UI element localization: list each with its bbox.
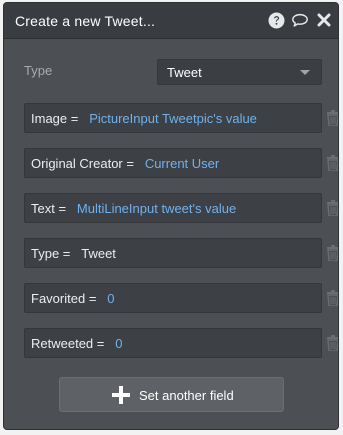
field-row-favorited: Favorited = 0 (24, 283, 339, 313)
trash-icon[interactable] (327, 155, 339, 171)
field-expression-image[interactable]: Image = PictureInput Tweetpic's value (24, 103, 322, 133)
field-key: Retweeted (31, 336, 94, 351)
type-dropdown[interactable]: Tweet (157, 59, 322, 85)
plus-icon (112, 386, 130, 404)
close-icon[interactable] (315, 11, 333, 29)
header-icons (267, 11, 333, 29)
field-key: Type (31, 246, 60, 261)
field-value: PictureInput Tweetpic's value (89, 111, 257, 126)
field-key-wrap: Image = PictureInput Tweetpic's value (31, 111, 257, 126)
create-tweet-panel: Create a new Tweet... Type Tweet Image =… (3, 2, 339, 430)
trash-icon[interactable] (327, 245, 339, 261)
field-value: 0 (107, 291, 115, 306)
type-label: Type (24, 63, 53, 78)
set-another-field-button[interactable]: Set another field (59, 377, 284, 412)
trash-icon[interactable] (327, 110, 339, 126)
trash-icon[interactable] (327, 290, 339, 306)
trash-icon[interactable] (327, 335, 339, 351)
field-row-type: Type = Tweet (24, 238, 339, 268)
field-key: Favorited (31, 291, 86, 306)
type-dropdown-value: Tweet (167, 65, 202, 80)
panel-header: Create a new Tweet... (4, 3, 338, 39)
field-key-wrap: Retweeted = 0 (31, 336, 123, 351)
set-another-field-label: Set another field (139, 388, 234, 403)
field-key-wrap: Favorited = 0 (31, 291, 115, 306)
field-row-original-creator: Original Creator = Current User (24, 148, 339, 178)
field-value: Tweet (81, 246, 116, 261)
field-key: Text (31, 201, 55, 216)
field-key: Original Creator (31, 156, 123, 171)
field-row-retweeted: Retweeted = 0 (24, 328, 339, 358)
field-value: 0 (115, 336, 123, 351)
field-row-image: Image = PictureInput Tweetpic's value (24, 103, 339, 133)
field-expression-text[interactable]: Text = MultiLineInput tweet's value (24, 193, 322, 223)
field-expression-type[interactable]: Type = Tweet (24, 238, 322, 268)
trash-icon[interactable] (327, 200, 339, 216)
field-expression-favorited[interactable]: Favorited = 0 (24, 283, 322, 313)
help-icon[interactable] (267, 11, 285, 29)
thing-type-row: Type Tweet (24, 59, 324, 85)
panel-title: Create a new Tweet... (15, 13, 156, 29)
field-expression-retweeted[interactable]: Retweeted = 0 (24, 328, 322, 358)
comment-icon[interactable] (291, 11, 309, 29)
chevron-down-icon (300, 70, 310, 75)
field-key-wrap: Original Creator = Current User (31, 156, 220, 171)
field-key: Image (31, 111, 68, 126)
field-value: MultiLineInput tweet's value (76, 201, 237, 216)
field-key-wrap: Type = Tweet (31, 246, 116, 261)
field-value: Current User (144, 156, 220, 171)
field-row-text: Text = MultiLineInput tweet's value (24, 193, 339, 223)
field-key-wrap: Text = MultiLineInput tweet's value (31, 201, 237, 216)
field-expression-original-creator[interactable]: Original Creator = Current User (24, 148, 322, 178)
